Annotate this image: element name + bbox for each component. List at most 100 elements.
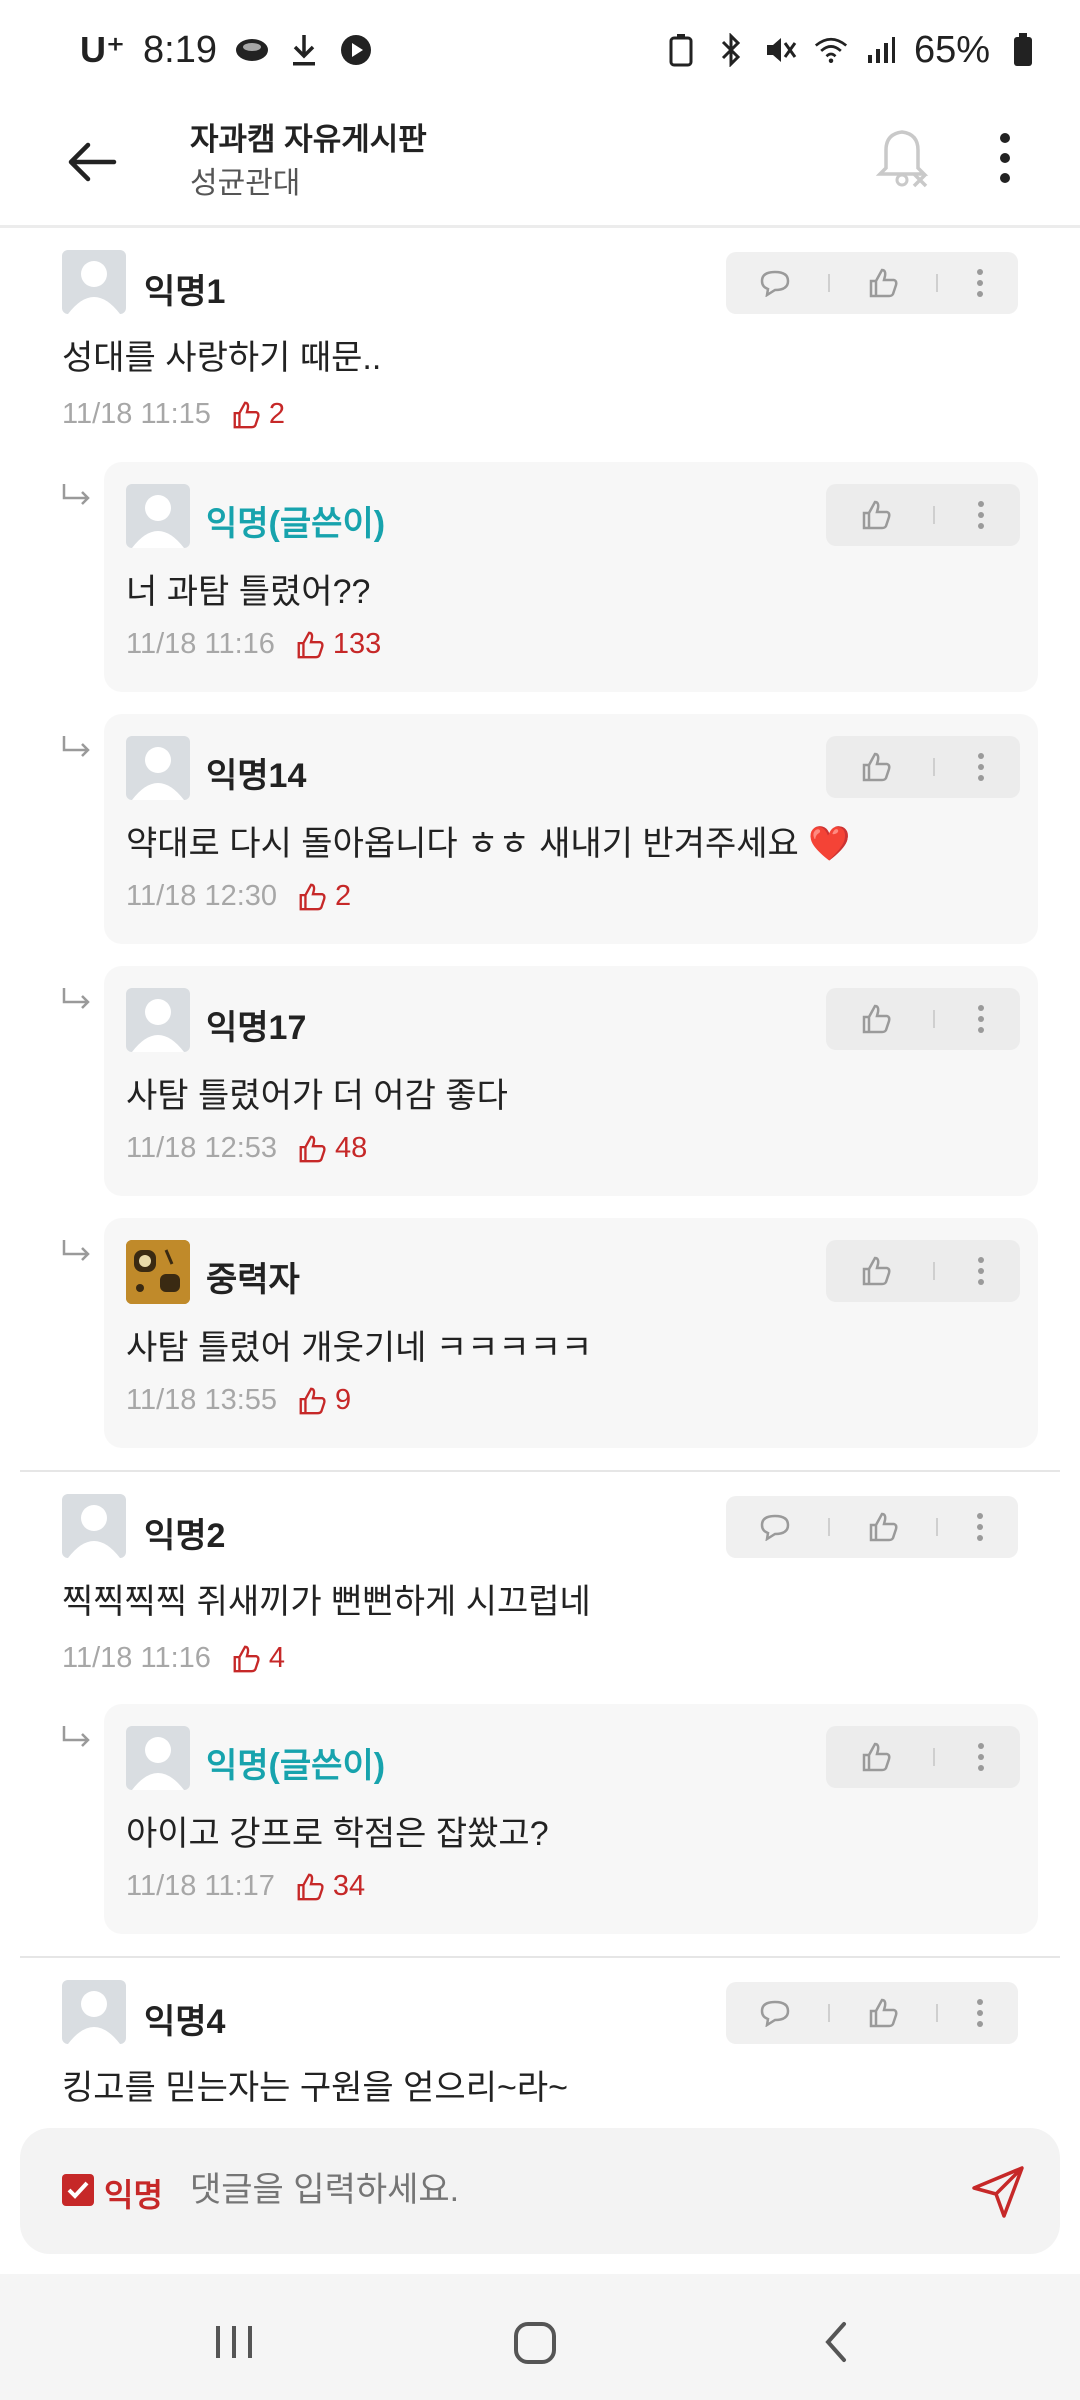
bell-off-icon [875,130,929,188]
anonymous-label[interactable]: 익명 [104,2170,163,2216]
thumbs-up-icon [299,1135,326,1162]
thumbs-up-icon [299,883,326,910]
notification-toggle-button[interactable] [874,122,934,190]
action-divider [936,274,939,292]
reply-arrow-icon [62,484,90,505]
system-nav-bar [0,2274,1080,2400]
comment-meta: 11/18 11:16 4 [62,1642,285,1675]
comment-meta: 11/18 11:15 2 [62,398,285,431]
default-avatar-icon [68,1505,120,1558]
thumbs-up-icon [233,1645,260,1672]
thumbs-up-icon[interactable] [860,1741,892,1773]
thumbs-up-icon[interactable] [860,499,892,531]
default-avatar-icon [132,495,184,548]
kebab-icon[interactable] [976,500,986,530]
thumbs-up-icon[interactable] [860,1003,892,1035]
kebab-icon[interactable] [976,1004,986,1034]
battery-percent: 65% [913,28,990,71]
action-divider [932,506,935,524]
comment-text: 킹고를 믿는자는 구원을 얻으리~라~ [62,2069,568,2107]
home-button[interactable] [506,2312,566,2372]
comment-text: 너 과탐 틀렸어?? [126,573,371,611]
anonymous-checkbox[interactable] [62,2174,94,2206]
comment-actions [726,1982,1018,2044]
thumbs-up-icon[interactable] [860,1255,892,1287]
reply-arrow-icon [62,1726,90,1747]
like-count: 2 [231,398,285,431]
comment-actions [826,736,1020,798]
avatar [126,484,190,548]
like-count-value: 4 [268,1642,286,1674]
wifi-icon [814,33,848,67]
comment-actions [826,1240,1020,1302]
like-count: 4 [231,1642,285,1675]
comment-input[interactable] [190,2168,950,2212]
reply-bubble-icon[interactable] [759,1513,791,1541]
avatar [126,988,190,1052]
custom-avatar-icon [126,1240,190,1304]
avatar [126,1240,190,1304]
comment-meta: 11/18 13:55 9 [126,1384,351,1417]
action-divider [932,1010,935,1028]
like-count: 9 [297,1384,351,1417]
back-button[interactable] [62,132,122,192]
default-avatar-icon [132,747,184,800]
comment-item: 익명4 킹고를 믿는자는 구원을 얻으리~라~ [0,1980,1080,2120]
signal-icon [864,33,898,67]
thumbs-up-icon [297,631,324,658]
reply-arrow-icon [62,988,90,1009]
thumbs-up-icon[interactable] [867,1997,899,2029]
like-count-value: 34 [332,1870,366,1902]
kebab-icon[interactable] [976,752,986,782]
reply-bubble-icon[interactable] [759,1999,791,2027]
thumbs-up-icon[interactable] [867,267,899,299]
status-bar: U⁺ 8:19 65% [0,0,1080,96]
send-button[interactable] [970,2164,1026,2220]
kebab-icon[interactable] [975,268,985,298]
comment-author: 익명(글쓴이) [206,505,386,543]
kebab-icon[interactable] [975,1998,985,2028]
home-icon [514,2322,556,2364]
avatar [62,1980,126,2044]
recent-apps-button[interactable] [204,2312,264,2372]
comment-date: 11/18 11:16 [62,1642,211,1674]
comment-author: 익명(글쓴이) [206,1747,386,1785]
thumbs-up-icon [233,401,260,428]
comment-actions [726,1496,1018,1558]
play-icon [339,33,373,67]
reply-item: 익명(글쓴이) 아이고 강프로 학점은 잡쐈고? 11/18 11:17 34 [104,1704,1038,1934]
default-avatar-icon [132,1737,184,1790]
comment-date: 11/18 11:16 [126,628,275,660]
comment-actions [826,988,1020,1050]
action-divider [932,1262,935,1280]
kebab-icon[interactable] [976,1256,986,1286]
kebab-icon[interactable] [975,1512,985,1542]
thumbs-up-icon[interactable] [867,1511,899,1543]
avatar [62,1494,126,1558]
mute-icon [764,33,798,67]
back-arrow-icon [68,142,117,182]
action-divider [936,2004,939,2022]
comment-author: 익명17 [206,1009,307,1047]
more-options-button[interactable] [990,126,1020,190]
reply-item: 익명(글쓴이) 너 과탐 틀렸어?? 11/18 11:16 133 [104,462,1038,692]
like-count-value: 133 [332,628,382,660]
reply-arrow-icon [62,736,90,757]
comment-author: 익명14 [206,757,307,795]
recent-apps-icon [216,2326,252,2358]
reply-bubble-icon[interactable] [759,269,791,297]
kebab-icon[interactable] [976,1742,986,1772]
comment-text: 사탐 틀렸어 개웃기네 ㅋㅋㅋㅋㅋ [126,1329,593,1367]
comment-actions [826,1726,1020,1788]
avatar [126,1726,190,1790]
kebab-icon [1000,133,1010,183]
like-count-value: 2 [335,880,352,912]
comment-date: 11/18 13:55 [126,1384,278,1416]
battery-icon [1006,33,1040,67]
comment-divider [20,1956,1060,1958]
thumbs-up-icon[interactable] [860,751,892,783]
checkmark-icon [67,2181,89,2199]
comment-author: 중력자 [206,1261,300,1299]
comment-meta: 11/18 12:30 2 [126,880,351,913]
system-back-button[interactable] [808,2312,868,2372]
